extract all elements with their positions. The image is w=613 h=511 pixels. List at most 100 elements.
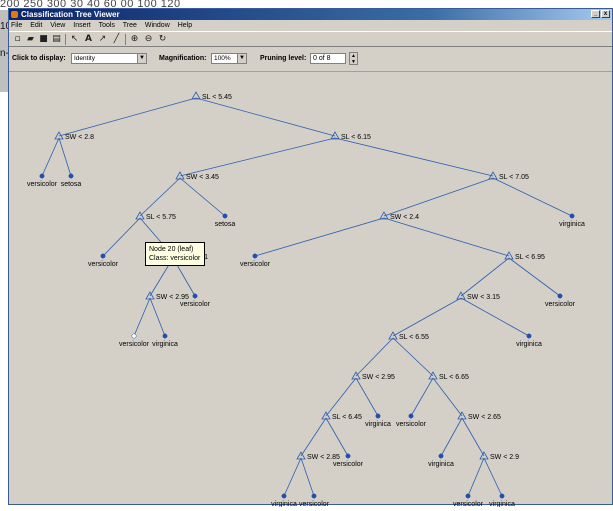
zoom-out-icon[interactable]: ⊖ <box>143 34 154 45</box>
leaf-node-icon[interactable] <box>408 413 414 419</box>
leaf-node-icon[interactable] <box>345 453 351 459</box>
leaf-node-icon[interactable] <box>68 173 74 179</box>
classification-tree-viewer-window: Classification Tree Viewer _ x File Edit… <box>8 8 613 508</box>
branch-node-label: SL < 5.75 <box>146 214 176 221</box>
branch-node-label: SW < 3.45 <box>186 174 219 181</box>
leaf-node-label: versicolor <box>453 501 484 507</box>
leaf-node-icon[interactable] <box>311 493 317 499</box>
click-to-display-value: Identity <box>74 55 95 62</box>
new-file-icon[interactable]: ▫ <box>12 34 23 45</box>
save-icon[interactable]: ■ <box>38 34 49 45</box>
menu-view[interactable]: View <box>50 22 65 29</box>
tree-edge <box>195 97 336 137</box>
text-icon[interactable]: A <box>83 34 94 45</box>
zoom-in-icon[interactable]: ⊕ <box>129 34 140 45</box>
open-folder-icon[interactable]: ▰ <box>25 34 36 45</box>
branch-node-label: SL < 6.45 <box>332 414 362 421</box>
leaf-node-icon[interactable] <box>557 293 563 299</box>
leaf-node-label: virginica <box>559 221 585 228</box>
tree-edge <box>460 257 510 297</box>
pointer-icon[interactable]: ↖ <box>69 34 80 45</box>
leaf-node-icon[interactable] <box>252 253 258 259</box>
branch-node-label: SW < 2.4 <box>390 214 419 221</box>
leaf-node-label: virginica <box>516 341 542 348</box>
tree-edge <box>355 337 394 377</box>
branch-node-label: SL < 7.05 <box>499 174 529 181</box>
display-controls: Click to display: Identity ▼ Magnificati… <box>9 48 612 70</box>
leaf-node-icon[interactable] <box>375 413 381 419</box>
line-icon[interactable]: ╱ <box>111 34 122 45</box>
chevron-down-icon[interactable]: ▼ <box>137 54 146 63</box>
menu-insert[interactable]: Insert <box>73 22 91 29</box>
click-to-display-label: Click to display: <box>12 55 66 62</box>
tree-edge <box>508 257 561 297</box>
branch-node-label: SL < 6.15 <box>341 134 371 141</box>
leaf-node-icon[interactable] <box>162 333 168 339</box>
leaf-node-icon[interactable] <box>569 213 575 219</box>
tree-edge <box>325 417 349 457</box>
menu-window[interactable]: Window <box>145 22 170 29</box>
tree-edge <box>460 297 530 337</box>
leaf-node-icon[interactable] <box>100 253 106 259</box>
leaf-node-label: virginica <box>365 421 391 428</box>
branch-node-label: SL < 6.65 <box>439 374 469 381</box>
window-title: Classification Tree Viewer <box>21 10 120 19</box>
leaf-node-icon[interactable] <box>39 173 45 179</box>
pruning-level-field[interactable]: 0 of 8 <box>310 53 346 64</box>
branch-node-label: SL < 6.95 <box>515 254 545 261</box>
menu-edit[interactable]: Edit <box>30 22 42 29</box>
minimize-button[interactable]: _ <box>591 10 600 18</box>
leaf-node-icon[interactable] <box>192 293 198 299</box>
tree-edge <box>149 297 166 337</box>
node-tooltip: Node 20 (leaf) Class: versicolor <box>145 242 205 266</box>
pruning-spinner[interactable]: ▲ ▼ <box>349 52 358 65</box>
tree-edge <box>334 137 494 177</box>
menu-tree[interactable]: Tree <box>123 22 137 29</box>
print-icon[interactable]: ▤ <box>51 34 62 45</box>
tree-edge <box>325 377 357 417</box>
tree-edge <box>58 97 197 137</box>
tree-edge <box>102 217 141 257</box>
tree-edge <box>483 457 503 497</box>
leaf-node-icon[interactable] <box>465 493 471 499</box>
click-to-display-select[interactable]: Identity ▼ <box>71 53 147 64</box>
magnification-select[interactable]: 100% ▼ <box>211 53 247 64</box>
leaf-node-label: versicolor <box>299 501 330 507</box>
leaf-node-icon[interactable] <box>526 333 532 339</box>
branch-node-label: SL < 6.55 <box>399 334 429 341</box>
rotate-icon[interactable]: ↻ <box>157 34 168 45</box>
tree-edge <box>300 457 315 497</box>
tree-edge <box>133 297 151 337</box>
tree-edge <box>283 457 302 497</box>
menu-help[interactable]: Help <box>178 22 192 29</box>
branch-node-icon[interactable] <box>388 331 398 340</box>
branch-node-icon[interactable] <box>379 211 389 220</box>
leaf-node-icon[interactable] <box>438 453 444 459</box>
close-button[interactable]: x <box>601 10 610 18</box>
magnification-label: Magnification: <box>159 55 207 62</box>
tree-canvas[interactable]: SL < 5.45 SW < 2.8 SL < 6.15 versicolor seto… <box>9 71 612 508</box>
menu-tools[interactable]: Tools <box>99 22 115 29</box>
classification-tree: SL < 5.45SW < 2.8 SL < 6.15versicolor seto… <box>27 91 585 508</box>
tree-edge <box>254 217 385 257</box>
leaf-node-icon[interactable] <box>222 213 228 219</box>
leaf-node-icon[interactable] <box>281 493 287 499</box>
tree-edge <box>179 137 336 177</box>
pruning-level-value: 0 of 8 <box>313 55 331 62</box>
tree-edge <box>461 417 485 457</box>
branch-node-icon[interactable] <box>191 91 201 100</box>
leaf-node-label: setosa <box>215 221 236 228</box>
branch-node-label: SL < 5.45 <box>202 94 232 101</box>
leaf-node-icon[interactable] <box>131 333 137 339</box>
chevron-down-icon[interactable]: ▼ <box>237 54 246 63</box>
menu-file[interactable]: File <box>11 22 22 29</box>
branch-node-label: SW < 3.15 <box>467 294 500 301</box>
title-bar[interactable]: Classification Tree Viewer _ x <box>9 9 612 20</box>
tree-edge <box>392 297 462 337</box>
arrow-icon[interactable]: ↗ <box>97 34 108 45</box>
leaf-node-label: versicolor <box>119 341 150 348</box>
tooltip-class-line: Class: versicolor <box>149 255 201 262</box>
tree-edge <box>355 377 379 417</box>
leaf-node-icon[interactable] <box>499 493 505 499</box>
branch-node-label: SW < 2.85 <box>307 454 340 461</box>
